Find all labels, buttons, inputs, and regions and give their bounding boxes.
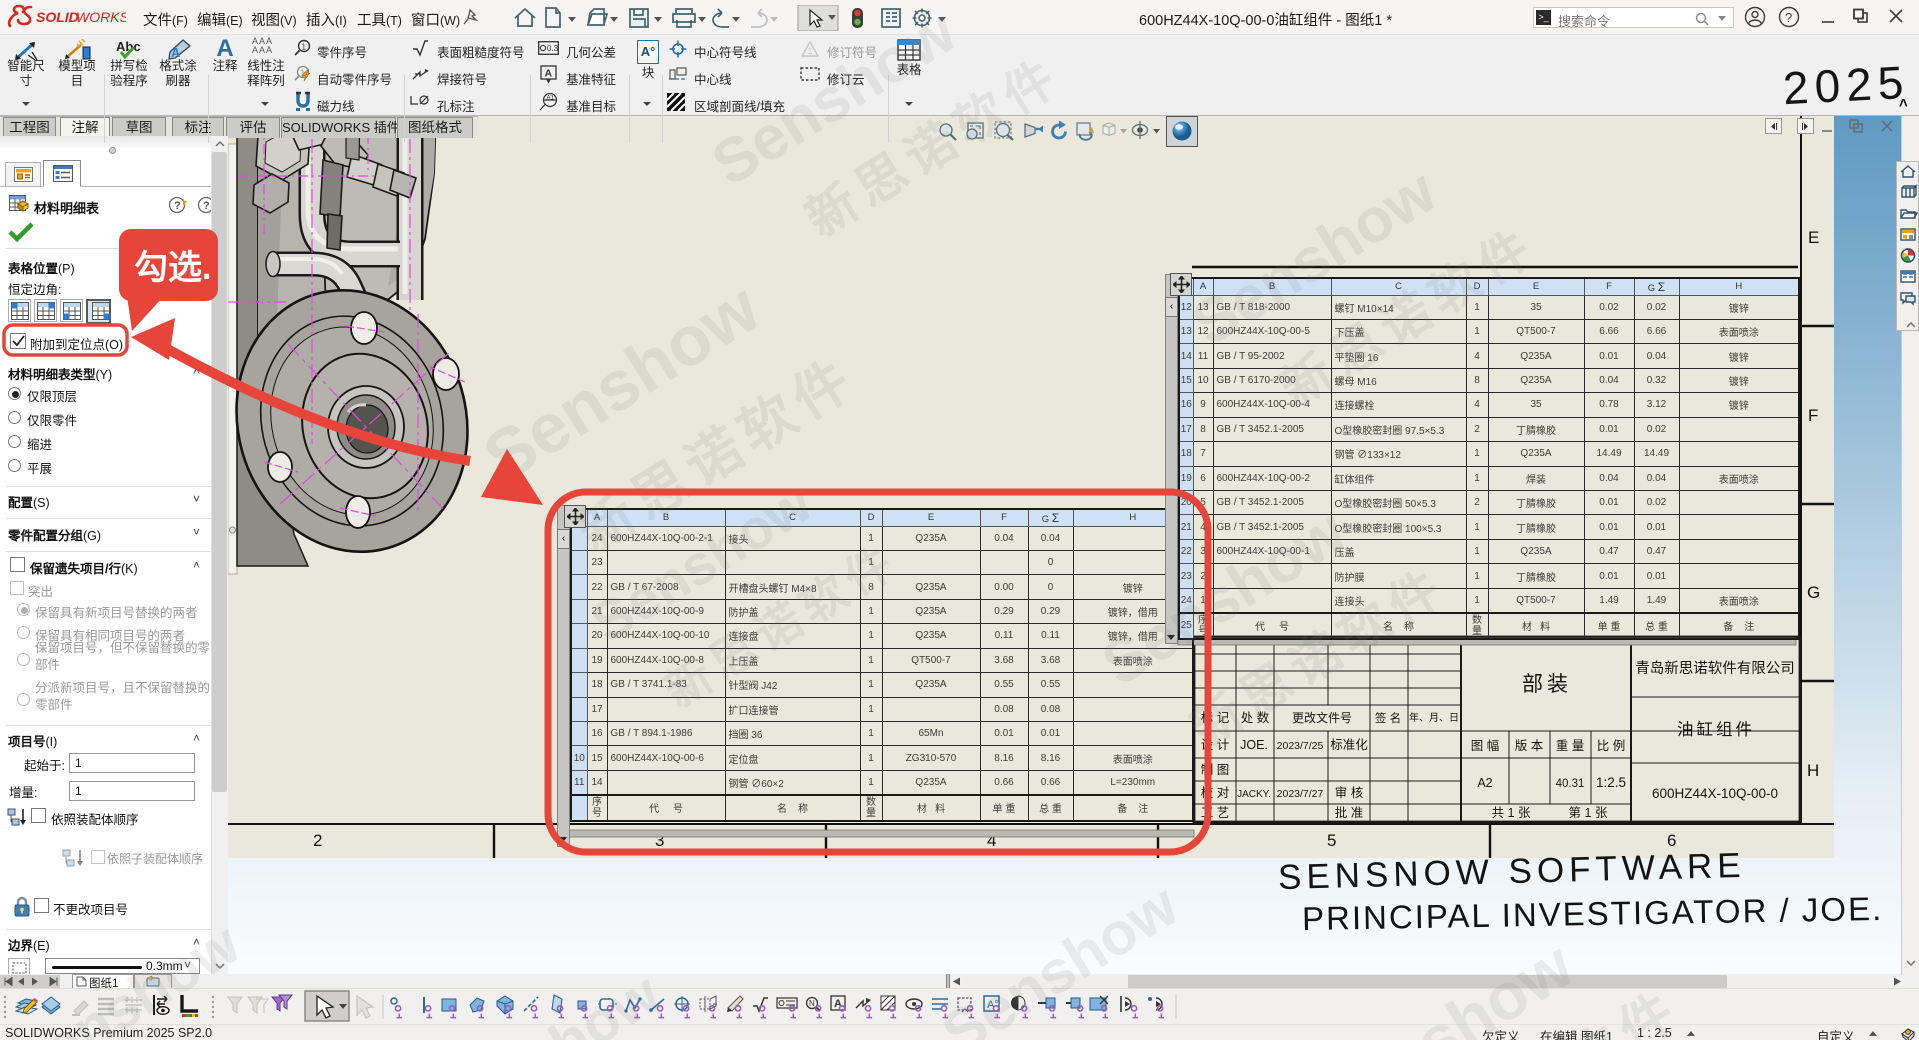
svg-text:校 对: 校 对: [1201, 785, 1229, 800]
svg-text:标准化: 标准化: [1330, 738, 1368, 752]
svg-text:1: 1: [302, 43, 307, 52]
svg-text:600HZ44X-10Q-00-0: 600HZ44X-10Q-00-0: [1652, 786, 1778, 801]
svg-text:1:2.5: 1:2.5: [1596, 775, 1626, 790]
svg-text:?: ?: [1785, 10, 1792, 25]
svg-text:G: G: [1807, 583, 1820, 602]
svg-text:油缸组件: 油缸组件: [1677, 719, 1755, 739]
svg-text:部装: 部装: [1522, 673, 1572, 696]
svg-text:比 例: 比 例: [1597, 739, 1625, 753]
svg-text:更改文件号: 更改文件号: [1292, 710, 1352, 725]
svg-text:SOLID: SOLID: [36, 9, 79, 25]
svg-text:?: ?: [174, 200, 181, 212]
svg-text:批 准: 批 准: [1335, 805, 1363, 820]
svg-text:签 名: 签 名: [1375, 711, 1401, 725]
svg-text:JACKY.: JACKY.: [1237, 789, 1271, 800]
svg-text:E: E: [1808, 228, 1819, 247]
svg-text:2: 2: [313, 831, 322, 850]
svg-text:A: A: [545, 68, 553, 80]
svg-text:版 本: 版 本: [1515, 739, 1544, 753]
svg-text:共 1 张: 共 1 张: [1492, 805, 1531, 820]
svg-text:A1: A1: [547, 96, 555, 102]
svg-text:重 量: 重 量: [1556, 738, 1584, 753]
svg-text:A: A: [834, 998, 842, 1010]
svg-text:A: A: [171, 45, 181, 60]
svg-text:工 艺: 工 艺: [1201, 806, 1229, 820]
svg-text:1: 1: [808, 46, 813, 56]
svg-text:A2: A2: [1477, 776, 1492, 790]
svg-text:40.31: 40.31: [1556, 778, 1585, 790]
svg-text:图 幅: 图 幅: [1471, 738, 1499, 753]
svg-text:青岛新思诺软件有限公司: 青岛新思诺软件有限公司: [1635, 660, 1795, 677]
svg-text:第 1 张: 第 1 张: [1569, 805, 1608, 820]
svg-text:2023/7/25: 2023/7/25: [1277, 740, 1324, 752]
svg-text:制 图: 制 图: [1201, 763, 1229, 777]
svg-text:F: F: [1808, 406, 1818, 425]
svg-text:审 核: 审 核: [1335, 785, 1364, 800]
svg-text:?: ?: [203, 200, 210, 212]
svg-text:5: 5: [1327, 831, 1336, 850]
svg-text:N: N: [809, 999, 815, 1008]
svg-text:年、月、日: 年、月、日: [1409, 711, 1459, 724]
svg-text:H: H: [1807, 761, 1819, 780]
svg-text:0.3: 0.3: [547, 44, 559, 53]
svg-text:2023/7/27: 2023/7/27: [1277, 788, 1324, 800]
svg-text:WORKS: WORKS: [76, 9, 126, 25]
